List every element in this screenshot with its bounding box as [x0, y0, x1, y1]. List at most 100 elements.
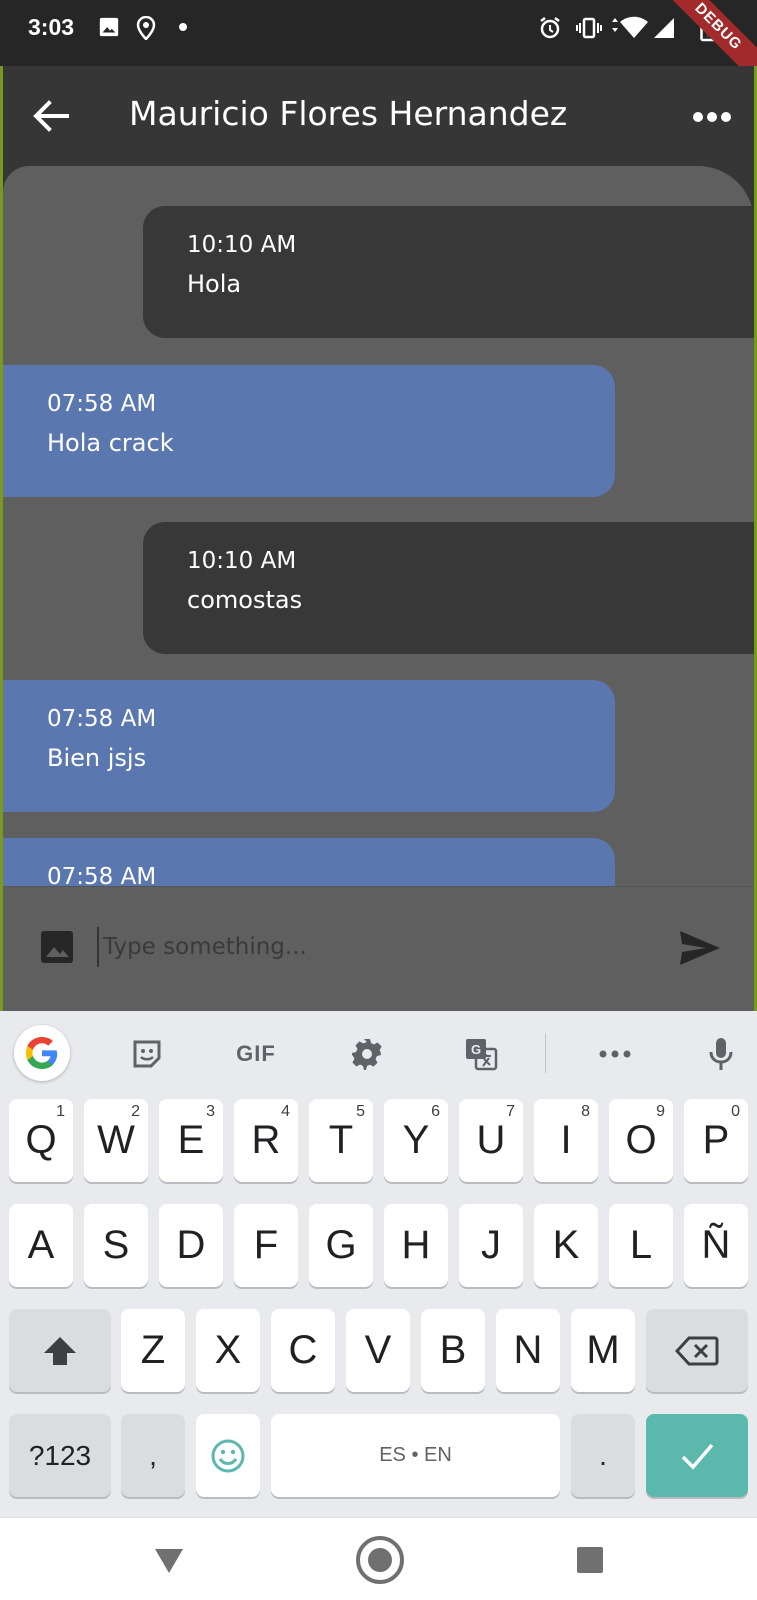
send-button[interactable] [676, 925, 722, 971]
emoji-key[interactable] [196, 1414, 260, 1497]
key-k[interactable]: K [534, 1204, 598, 1287]
back-button[interactable] [31, 96, 71, 136]
attach-image-button[interactable] [39, 929, 75, 965]
google-logo-icon [26, 1037, 58, 1069]
emoji-icon [211, 1439, 245, 1472]
app-bar: Mauricio Flores Hernandez [3, 66, 754, 166]
key-v[interactable]: V [346, 1309, 410, 1392]
key-j[interactable]: J [459, 1204, 523, 1287]
more-toolbar-button[interactable] [590, 1031, 640, 1077]
translate-icon: G [466, 1039, 498, 1071]
vibrate-icon [576, 17, 602, 39]
gear-icon [352, 1039, 382, 1070]
message-time: 07:58 AM [47, 706, 157, 732]
microphone-icon [709, 1038, 733, 1070]
signal-icon [654, 18, 674, 38]
svg-text:G: G [471, 1042, 481, 1057]
key-n-tilde[interactable]: Ñ [684, 1204, 748, 1287]
message-bubble-sent: 10:10 AM comostas [143, 522, 754, 654]
key-o[interactable]: O9 [609, 1099, 673, 1182]
page-title: Mauricio Flores Hernandez [129, 94, 568, 133]
message-composer [3, 886, 754, 1011]
key-c[interactable]: C [271, 1309, 335, 1392]
location-icon [136, 16, 156, 40]
nav-home-button[interactable] [354, 1534, 406, 1586]
nav-recents-button[interactable] [568, 1538, 612, 1582]
key-z[interactable]: Z [121, 1309, 185, 1392]
sticker-icon [133, 1040, 161, 1068]
translate-button[interactable]: G [456, 1031, 506, 1077]
more-horizontal-icon [599, 1050, 631, 1058]
key-w[interactable]: W2 [84, 1099, 148, 1182]
key-f[interactable]: F [234, 1204, 298, 1287]
key-d[interactable]: D [159, 1204, 223, 1287]
symbols-key[interactable]: ?123 [9, 1414, 111, 1497]
wifi-icon [612, 16, 648, 38]
alarm-icon [540, 17, 560, 39]
message-bubble-received: 07:58 AM Bien jsjs [3, 680, 615, 812]
key-t[interactable]: T5 [309, 1099, 373, 1182]
google-button[interactable] [14, 1025, 70, 1081]
message-text: Bien jsjs [47, 744, 147, 772]
arrow-left-icon [33, 100, 69, 132]
message-time: 10:10 AM [187, 232, 297, 258]
status-time: 3:03 [28, 14, 75, 40]
message-bubble-received: 07:58 AM Hola crack [3, 365, 615, 497]
key-e[interactable]: E3 [159, 1099, 223, 1182]
message-text: Hola [187, 270, 242, 298]
backspace-icon [675, 1336, 719, 1365]
message-input[interactable] [97, 927, 637, 967]
space-key[interactable]: ES • EN [271, 1414, 560, 1497]
shift-key[interactable] [9, 1309, 111, 1392]
more-options-button[interactable] [690, 100, 734, 134]
message-time: 07:58 AM [47, 864, 157, 886]
home-circle-icon [356, 1536, 404, 1584]
chat-screen: Mauricio Flores Hernandez 10:10 AM Hola … [0, 66, 757, 1011]
key-a[interactable]: A [9, 1204, 73, 1287]
message-time: 10:10 AM [187, 548, 297, 574]
key-u[interactable]: U7 [459, 1099, 523, 1182]
key-q[interactable]: Q1 [9, 1099, 73, 1182]
gif-label: GIF [236, 1041, 276, 1066]
nav-back-button[interactable] [147, 1538, 191, 1582]
square-icon [577, 1547, 603, 1573]
period-key[interactable]: . [571, 1414, 635, 1497]
triangle-down-icon [155, 1549, 183, 1573]
message-time: 07:58 AM [47, 391, 157, 417]
message-list[interactable]: 10:10 AM Hola 07:58 AM Hola crack 10:10 … [3, 166, 754, 886]
key-i[interactable]: I8 [534, 1099, 598, 1182]
key-m[interactable]: M [571, 1309, 635, 1392]
key-l[interactable]: L [609, 1204, 673, 1287]
message-text: comostas [187, 586, 303, 614]
key-h[interactable]: H [384, 1204, 448, 1287]
message-bubble-received: 07:58 AM [3, 838, 615, 886]
system-nav-bar [0, 1517, 757, 1600]
settings-button[interactable] [342, 1031, 392, 1077]
message-bubble-sent: 10:10 AM Hola [143, 206, 754, 338]
toolbar-divider [545, 1033, 546, 1073]
key-s[interactable]: S [84, 1204, 148, 1287]
notification-dot-icon [179, 23, 187, 31]
soft-keyboard: GIF G Q1 W2 E3 R4 T5 Y6 U7 I8 O9 P0 A S … [0, 1011, 757, 1517]
key-p[interactable]: P0 [684, 1099, 748, 1182]
backspace-key[interactable] [646, 1309, 748, 1392]
checkmark-icon [681, 1443, 714, 1470]
enter-key[interactable] [646, 1414, 748, 1497]
key-g[interactable]: G [309, 1204, 373, 1287]
status-bar: 3:03 DEBUG [0, 0, 757, 66]
keyboard-toolbar: GIF G [0, 1011, 757, 1097]
send-icon [680, 931, 720, 965]
shift-arrow-icon [44, 1336, 76, 1365]
key-r[interactable]: R4 [234, 1099, 298, 1182]
message-text: Hola crack [47, 429, 174, 457]
image-notification-icon [99, 17, 119, 37]
voice-input-button[interactable] [696, 1031, 746, 1077]
key-y[interactable]: Y6 [384, 1099, 448, 1182]
key-n[interactable]: N [496, 1309, 560, 1392]
key-x[interactable]: X [196, 1309, 260, 1392]
key-b[interactable]: B [421, 1309, 485, 1392]
more-horizontal-icon [693, 112, 731, 122]
sticker-button[interactable] [122, 1031, 172, 1077]
comma-key[interactable]: , [121, 1414, 185, 1497]
gif-button[interactable]: GIF [226, 1031, 286, 1077]
